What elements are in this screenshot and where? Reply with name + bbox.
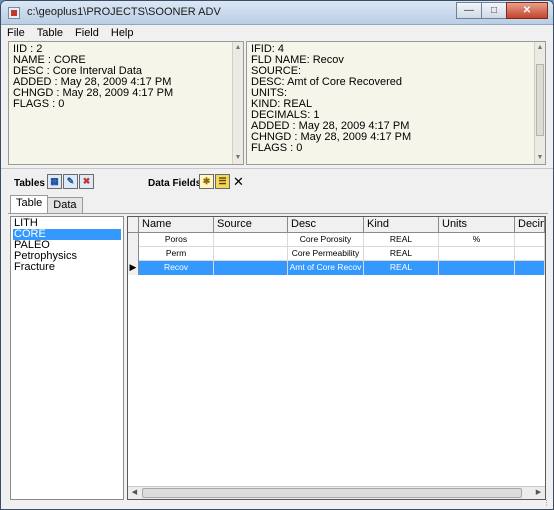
row-indicator[interactable] xyxy=(128,233,139,247)
window-title: c:\geoplus1\PROJECTS\SOONER ADV xyxy=(27,6,221,18)
row-indicator[interactable] xyxy=(128,247,139,261)
menu-help[interactable]: Help xyxy=(105,27,140,39)
table-row[interactable]: Perm Core Permeability REAL xyxy=(128,247,545,261)
scroll-down-icon[interactable]: ▼ xyxy=(535,153,545,163)
grid-cell[interactable]: REAL xyxy=(364,247,439,261)
fields-grid[interactable]: Name Source Desc Kind Units Decim Poros … xyxy=(127,216,546,500)
field-info-scrollbar[interactable]: ▲ ▼ xyxy=(534,42,545,164)
menu-bar: File Table Field Help xyxy=(1,25,553,40)
table-row-selected[interactable]: ▶ Recov Amt of Core Recov REAL xyxy=(128,261,545,275)
grid-cell[interactable]: Core Porosity xyxy=(288,233,364,247)
grid-cell[interactable] xyxy=(214,233,288,247)
new-document-icon: ✱ xyxy=(202,176,211,186)
column-header[interactable]: Desc xyxy=(288,217,364,233)
new-field-button[interactable]: ✱ xyxy=(199,174,214,189)
title-bar[interactable]: c:\geoplus1\PROJECTS\SOONER ADV — □ ✕ xyxy=(1,1,553,25)
current-row-arrow-icon[interactable]: ▶ xyxy=(128,261,139,275)
delete-field-button[interactable]: ✕ xyxy=(231,174,246,189)
tab-panel-border xyxy=(8,213,548,214)
grid-cell[interactable]: REAL xyxy=(364,233,439,247)
edit-table-button[interactable]: ✎ xyxy=(63,174,78,189)
scroll-up-icon[interactable]: ▲ xyxy=(535,43,545,53)
document-edit-icon: ☰ xyxy=(218,176,227,186)
new-table-button[interactable]: ▦ xyxy=(47,174,62,189)
table-edit-icon: ✎ xyxy=(66,176,75,186)
field-info-line: DESC: Amt of Core Recovered xyxy=(251,76,403,88)
menu-table[interactable]: Table xyxy=(31,27,69,39)
grid-cell[interactable]: Core Permeability xyxy=(288,247,364,261)
table-list[interactable]: LITH CORE PALEO Petrophysics Fracture xyxy=(10,216,124,500)
grid-cell[interactable] xyxy=(214,247,288,261)
grid-cell[interactable]: Perm xyxy=(139,247,214,261)
maximize-icon: □ xyxy=(490,5,498,16)
resize-grip-icon[interactable]: ⋮ xyxy=(543,499,551,507)
column-header[interactable]: Kind xyxy=(364,217,439,233)
data-fields-label: Data Fields xyxy=(148,178,202,189)
column-header[interactable]: Units xyxy=(439,217,515,233)
grid-cell[interactable] xyxy=(515,233,545,247)
delete-x-icon: ✕ xyxy=(233,173,244,189)
menu-field[interactable]: Field xyxy=(69,27,105,39)
grid-cell[interactable] xyxy=(515,247,545,261)
grid-cell[interactable]: % xyxy=(439,233,515,247)
tab-strip: Table Data xyxy=(10,195,83,213)
scroll-left-icon[interactable]: ◀ xyxy=(128,487,141,499)
toolbar-divider xyxy=(1,168,553,169)
grid-horizontal-scrollbar[interactable]: ◀ ▶ xyxy=(128,486,545,499)
scroll-down-icon[interactable]: ▼ xyxy=(233,153,243,163)
grid-cell[interactable]: Poros xyxy=(139,233,214,247)
app-window: c:\geoplus1\PROJECTS\SOONER ADV — □ ✕ Fi… xyxy=(0,0,554,510)
grid-header: Name Source Desc Kind Units Decim xyxy=(128,217,545,233)
grid-cell[interactable]: Recov xyxy=(139,261,214,275)
tables-label: Tables xyxy=(14,178,45,189)
column-header[interactable]: Source xyxy=(214,217,288,233)
grid-cell[interactable]: REAL xyxy=(364,261,439,275)
delete-table-button[interactable]: ✖ xyxy=(79,174,94,189)
grid-cell[interactable] xyxy=(214,261,288,275)
menu-file[interactable]: File xyxy=(1,27,31,39)
minimize-button[interactable]: — xyxy=(456,2,482,19)
table-list-item[interactable]: Fracture xyxy=(13,262,121,273)
edit-field-button[interactable]: ☰ xyxy=(215,174,230,189)
table-delete-icon: ✖ xyxy=(82,176,91,186)
grid-cell[interactable]: Amt of Core Recov xyxy=(288,261,364,275)
maximize-button[interactable]: □ xyxy=(481,2,507,19)
grid-cell[interactable] xyxy=(439,247,515,261)
scroll-up-icon[interactable]: ▲ xyxy=(233,43,243,53)
tab-table[interactable]: Table xyxy=(10,195,49,213)
field-info-panel[interactable]: IFID: 4 FLD NAME: Recov SOURCE: DESC: Am… xyxy=(246,41,546,165)
grid-cell[interactable] xyxy=(515,261,545,275)
tab-data[interactable]: Data xyxy=(47,197,83,213)
minimize-icon: — xyxy=(464,5,474,16)
app-icon xyxy=(8,7,20,19)
column-header[interactable]: Decim xyxy=(515,217,545,233)
window-controls: — □ ✕ xyxy=(456,2,548,19)
column-header[interactable]: Name xyxy=(139,217,214,233)
grid-cell[interactable] xyxy=(439,261,515,275)
table-row[interactable]: Poros Core Porosity REAL % xyxy=(128,233,545,247)
close-button[interactable]: ✕ xyxy=(506,2,548,19)
scroll-right-icon[interactable]: ▶ xyxy=(532,487,545,499)
table-info-scrollbar[interactable]: ▲ ▼ xyxy=(232,42,243,164)
close-icon: ✕ xyxy=(522,5,532,16)
field-info-line: FLAGS : 0 xyxy=(251,142,303,154)
table-info-line: FLAGS : 0 xyxy=(13,98,65,110)
table-info-panel[interactable]: IID : 2 NAME : CORE DESC : Core Interval… xyxy=(8,41,244,165)
scroll-thumb[interactable] xyxy=(142,488,522,498)
row-indicator-header xyxy=(128,217,139,233)
scroll-thumb[interactable] xyxy=(536,64,544,136)
table-grid-icon: ▦ xyxy=(50,176,59,186)
